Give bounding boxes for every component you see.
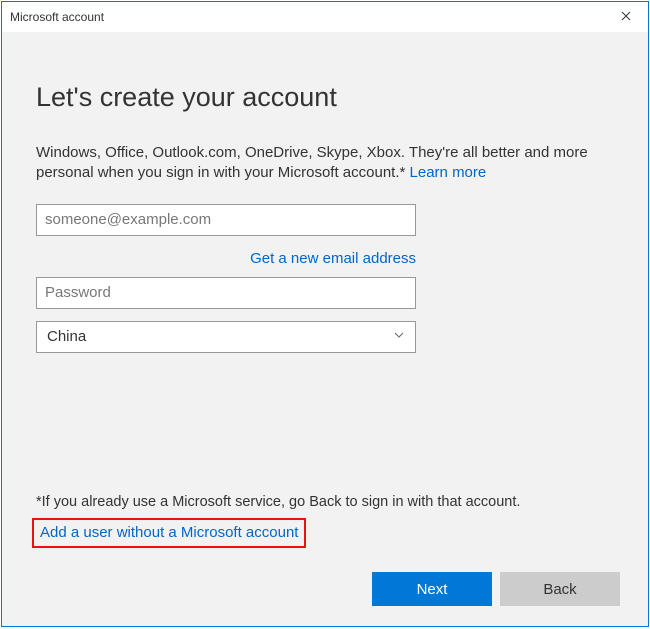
get-new-email-row: Get a new email address bbox=[36, 250, 416, 267]
dialog-window: Microsoft account Let's create your acco… bbox=[1, 1, 649, 627]
add-user-without-account-link[interactable]: Add a user without a Microsoft account bbox=[40, 524, 298, 541]
next-button[interactable]: Next bbox=[372, 572, 492, 606]
back-button[interactable]: Back bbox=[500, 572, 620, 606]
close-button[interactable] bbox=[603, 2, 648, 32]
intro-body: Windows, Office, Outlook.com, OneDrive, … bbox=[36, 144, 588, 181]
content-area: Let's create your account Windows, Offic… bbox=[2, 32, 648, 353]
footnote-text: *If you already use a Microsoft service,… bbox=[36, 494, 520, 510]
window-title: Microsoft account bbox=[10, 10, 104, 24]
country-select[interactable]: China bbox=[36, 321, 416, 353]
intro-text: Windows, Office, Outlook.com, OneDrive, … bbox=[36, 143, 614, 184]
password-field[interactable] bbox=[36, 277, 416, 309]
learn-more-link[interactable]: Learn more bbox=[410, 164, 487, 181]
close-icon bbox=[621, 10, 631, 24]
page-title: Let's create your account bbox=[36, 82, 614, 113]
email-field[interactable] bbox=[36, 204, 416, 236]
form-fields: Get a new email address China bbox=[36, 204, 416, 353]
add-user-highlight: Add a user without a Microsoft account bbox=[32, 518, 306, 548]
get-new-email-link[interactable]: Get a new email address bbox=[250, 250, 416, 267]
country-selected-value: China bbox=[47, 328, 86, 345]
chevron-down-icon bbox=[393, 328, 405, 345]
titlebar: Microsoft account bbox=[2, 2, 648, 32]
button-row: Next Back bbox=[372, 572, 620, 606]
